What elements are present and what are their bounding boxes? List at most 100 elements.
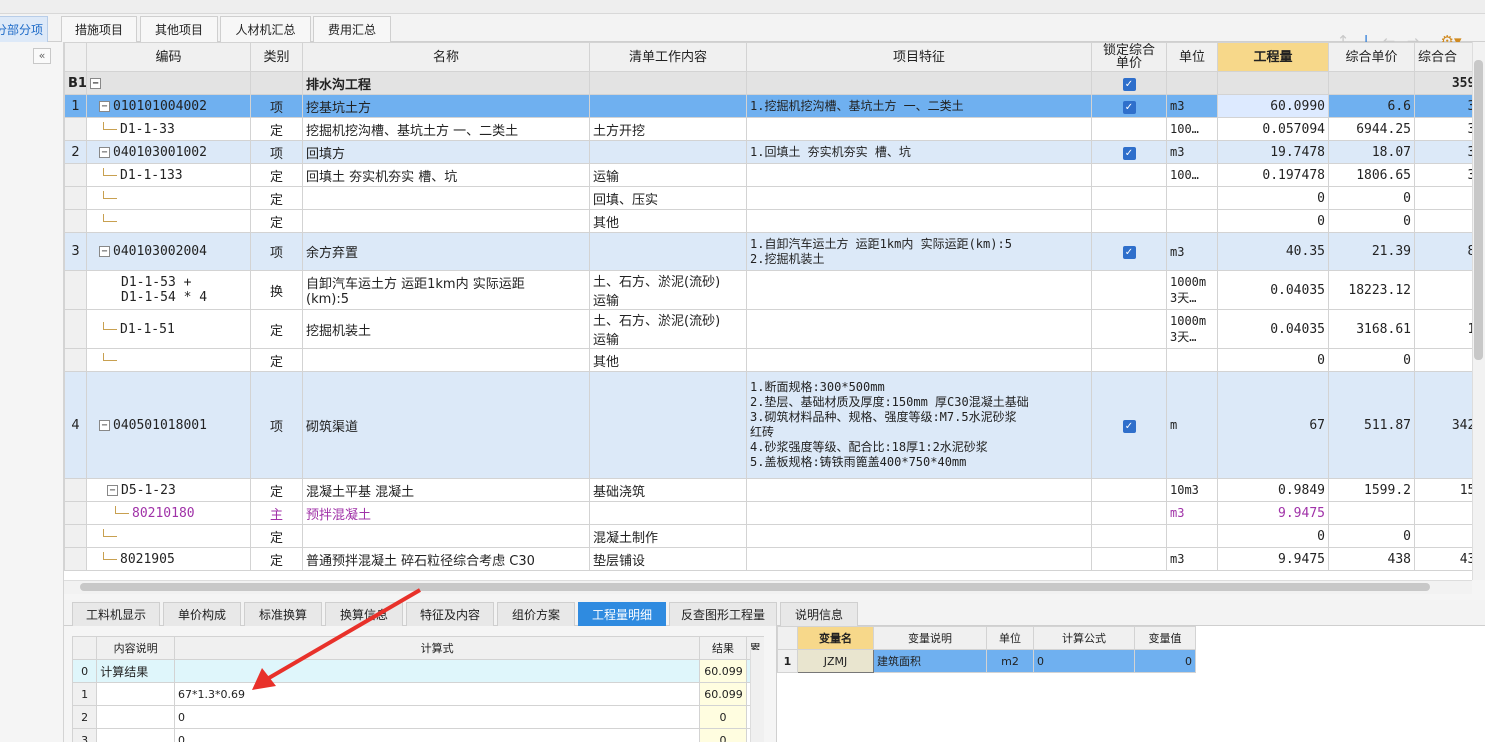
cell-unit[interactable]: 1000m 3天… (1166, 309, 1218, 349)
cell-work-content[interactable] (589, 71, 747, 95)
table-row[interactable]: 8021905 定普通预拌混凝土 碎石粒径综合考虑 C30 垫层铺设 m3 9.9475… (64, 547, 1472, 571)
cell-code[interactable]: − (86, 71, 251, 95)
collapse-node-icon[interactable]: − (99, 246, 110, 257)
cell-unit-price[interactable] (1328, 501, 1415, 525)
header-code[interactable]: 编码 (86, 42, 251, 72)
cell-category[interactable]: 定 (250, 209, 303, 233)
cell-category[interactable]: 项 (250, 232, 303, 271)
cell-feature[interactable]: 1.挖掘机挖沟槽、基坑土方 一、二类土 (746, 94, 1092, 118)
table-row[interactable]: 80210180 主预拌混凝土 m3 9.9475 (64, 501, 1472, 525)
cell-lock-price[interactable] (1091, 186, 1167, 210)
cell-category[interactable]: 定 (250, 547, 303, 571)
calc-desc[interactable] (96, 682, 175, 706)
cell-name[interactable]: 混凝土平基 混凝土 (302, 478, 590, 502)
header-lock-price[interactable]: 锁定综合 单价 (1091, 42, 1167, 72)
calc-formula[interactable]: 67*1.3*0.69 (173, 682, 701, 706)
cell-name[interactable]: 挖掘机装土 (302, 309, 590, 349)
grid-horizontal-scroll-thumb[interactable] (80, 583, 1430, 591)
cell-feature[interactable] (746, 163, 1092, 187)
cell-quantity[interactable]: 0.04035 (1217, 309, 1329, 349)
cell-name[interactable] (302, 209, 590, 233)
cell-lock-price[interactable] (1091, 163, 1167, 187)
lock-checkbox-icon[interactable]: ✓ (1122, 146, 1136, 160)
cell-name[interactable]: 普通预拌混凝土 碎石粒径综合考虑 C30 (302, 547, 590, 571)
tab-shuoming-xinxi[interactable]: 说明信息 (780, 602, 858, 626)
cell-lock-price[interactable]: ✓ (1091, 140, 1167, 164)
cell-feature[interactable] (746, 309, 1092, 349)
cell-unit-price[interactable]: 0 (1328, 209, 1415, 233)
cell-name[interactable] (302, 348, 590, 372)
tab-tezheng-neirong[interactable]: 特征及内容 (406, 602, 494, 626)
cell-code[interactable]: −010101004002 (86, 94, 251, 118)
lock-checkbox-icon[interactable]: ✓ (1122, 77, 1136, 91)
cell-quantity[interactable]: 0 (1217, 348, 1329, 372)
cell-work-content[interactable]: 基础浇筑 (589, 478, 747, 502)
cell-quantity[interactable]: 0.04035 (1217, 270, 1329, 310)
lock-checkbox-icon[interactable]: ✓ (1122, 246, 1136, 259)
cell-name[interactable]: 自卸汽车运土方 运距1km内 实际运距 (km):5 (302, 270, 590, 310)
header-quantity[interactable]: 工程量 (1217, 42, 1329, 72)
cell-quantity[interactable]: 40.35 (1217, 232, 1329, 271)
cell-feature[interactable] (746, 71, 1092, 95)
cell-quantity[interactable]: 0 (1217, 209, 1329, 233)
var-name[interactable]: JZMJ (797, 649, 874, 673)
lock-checkbox-icon[interactable]: ✓ (1122, 100, 1136, 114)
table-row[interactable]: 定 回填、压实 0 0 (64, 186, 1472, 210)
cell-work-content[interactable]: 土、石方、淤泥(流砂) 运输 (589, 270, 747, 310)
cell-work-content[interactable]: 其他 (589, 209, 747, 233)
table-row[interactable]: −D5-1-23定混凝土平基 混凝土基础浇筑10m30.98491599.215… (64, 478, 1472, 502)
cell-quantity[interactable]: 0.057094 (1217, 117, 1329, 141)
cell-quantity[interactable] (1217, 71, 1329, 95)
cell-quantity[interactable]: 0.197478 (1217, 163, 1329, 187)
cell-quantity[interactable]: 60.0990 (1217, 94, 1329, 118)
calc-formula[interactable]: 0 (173, 705, 701, 729)
header-unit[interactable]: 单位 (1166, 42, 1218, 72)
header-category[interactable]: 类别 (250, 42, 303, 72)
cell-work-content[interactable]: 回填、压实 (589, 186, 747, 210)
cell-unit-price[interactable]: 21.39 (1328, 232, 1415, 271)
cell-quantity[interactable]: 0 (1217, 186, 1329, 210)
cell-lock-price[interactable] (1091, 117, 1167, 141)
cell-feature[interactable]: 1.自卸汽车运土方 运距1km内 实际运距(km):5 2.挖掘机装土 (746, 232, 1092, 271)
collapse-node-icon[interactable]: − (90, 77, 101, 89)
cell-work-content[interactable]: 混凝土制作 (589, 524, 747, 548)
cell-unit-price[interactable]: 18.07 (1328, 140, 1415, 164)
cell-lock-price[interactable] (1091, 309, 1167, 349)
calc-row[interactable]: 2 0 0 (72, 705, 764, 729)
calc-desc[interactable] (96, 728, 175, 742)
cell-work-content[interactable] (589, 140, 747, 164)
cell-category[interactable]: 定 (250, 117, 303, 141)
cell-category[interactable]: 定 (250, 524, 303, 548)
header-name[interactable]: 名称 (302, 42, 590, 72)
cell-code[interactable] (86, 209, 251, 233)
cell-unit[interactable] (1166, 71, 1218, 95)
cell-feature[interactable] (746, 524, 1092, 548)
cell-lock-price[interactable] (1091, 478, 1167, 502)
cell-lock-price[interactable] (1091, 270, 1167, 310)
header-feature[interactable]: 项目特征 (746, 42, 1092, 72)
cell-lock-price[interactable] (1091, 524, 1167, 548)
tab-zujia-fangan[interactable]: 组价方案 (497, 602, 575, 626)
tab-qita[interactable]: 其他项目 (140, 16, 218, 42)
cell-work-content[interactable]: 运输 (589, 163, 747, 187)
calc-row[interactable]: 1 67*1.3*0.69 60.099 (72, 682, 764, 706)
cell-unit[interactable] (1166, 186, 1218, 210)
cell-unit-price[interactable]: 3168.61 (1328, 309, 1415, 349)
var-formula[interactable]: 0 (1033, 649, 1135, 673)
cell-feature[interactable] (746, 478, 1092, 502)
cell-category[interactable]: 换 (250, 270, 303, 310)
tab-fancha-tuxing[interactable]: 反查图形工程量 (669, 602, 777, 626)
cell-work-content[interactable]: 土、石方、淤泥(流砂) 运输 (589, 309, 747, 349)
cell-work-content[interactable]: 垫层铺设 (589, 547, 747, 571)
lock-checkbox-icon[interactable]: ✓ (1122, 419, 1136, 433)
cell-feature[interactable] (746, 270, 1092, 310)
cell-unit[interactable]: 10m3 (1166, 478, 1218, 502)
table-row[interactable]: 1−010101004002 项挖基坑土方 1.挖掘机挖沟槽、基坑土方 一、二类土 ✓… (64, 94, 1472, 118)
table-row[interactable]: 3−040103002004 项余方弃置 1.自卸汽车运土方 运距1km内 实际运距… (64, 232, 1472, 271)
var-desc[interactable]: 建筑面积 (873, 649, 987, 673)
cell-feature[interactable] (746, 209, 1092, 233)
cell-category[interactable]: 定 (250, 309, 303, 349)
tab-huansuan-xinxi[interactable]: 换算信息 (325, 602, 403, 626)
table-row[interactable]: D1-1-133 定回填土 夯实机夯实 槽、坑 运输 100… 0.197478 1806… (64, 163, 1472, 187)
cell-name[interactable]: 挖掘机挖沟槽、基坑土方 一、二类土 (302, 117, 590, 141)
